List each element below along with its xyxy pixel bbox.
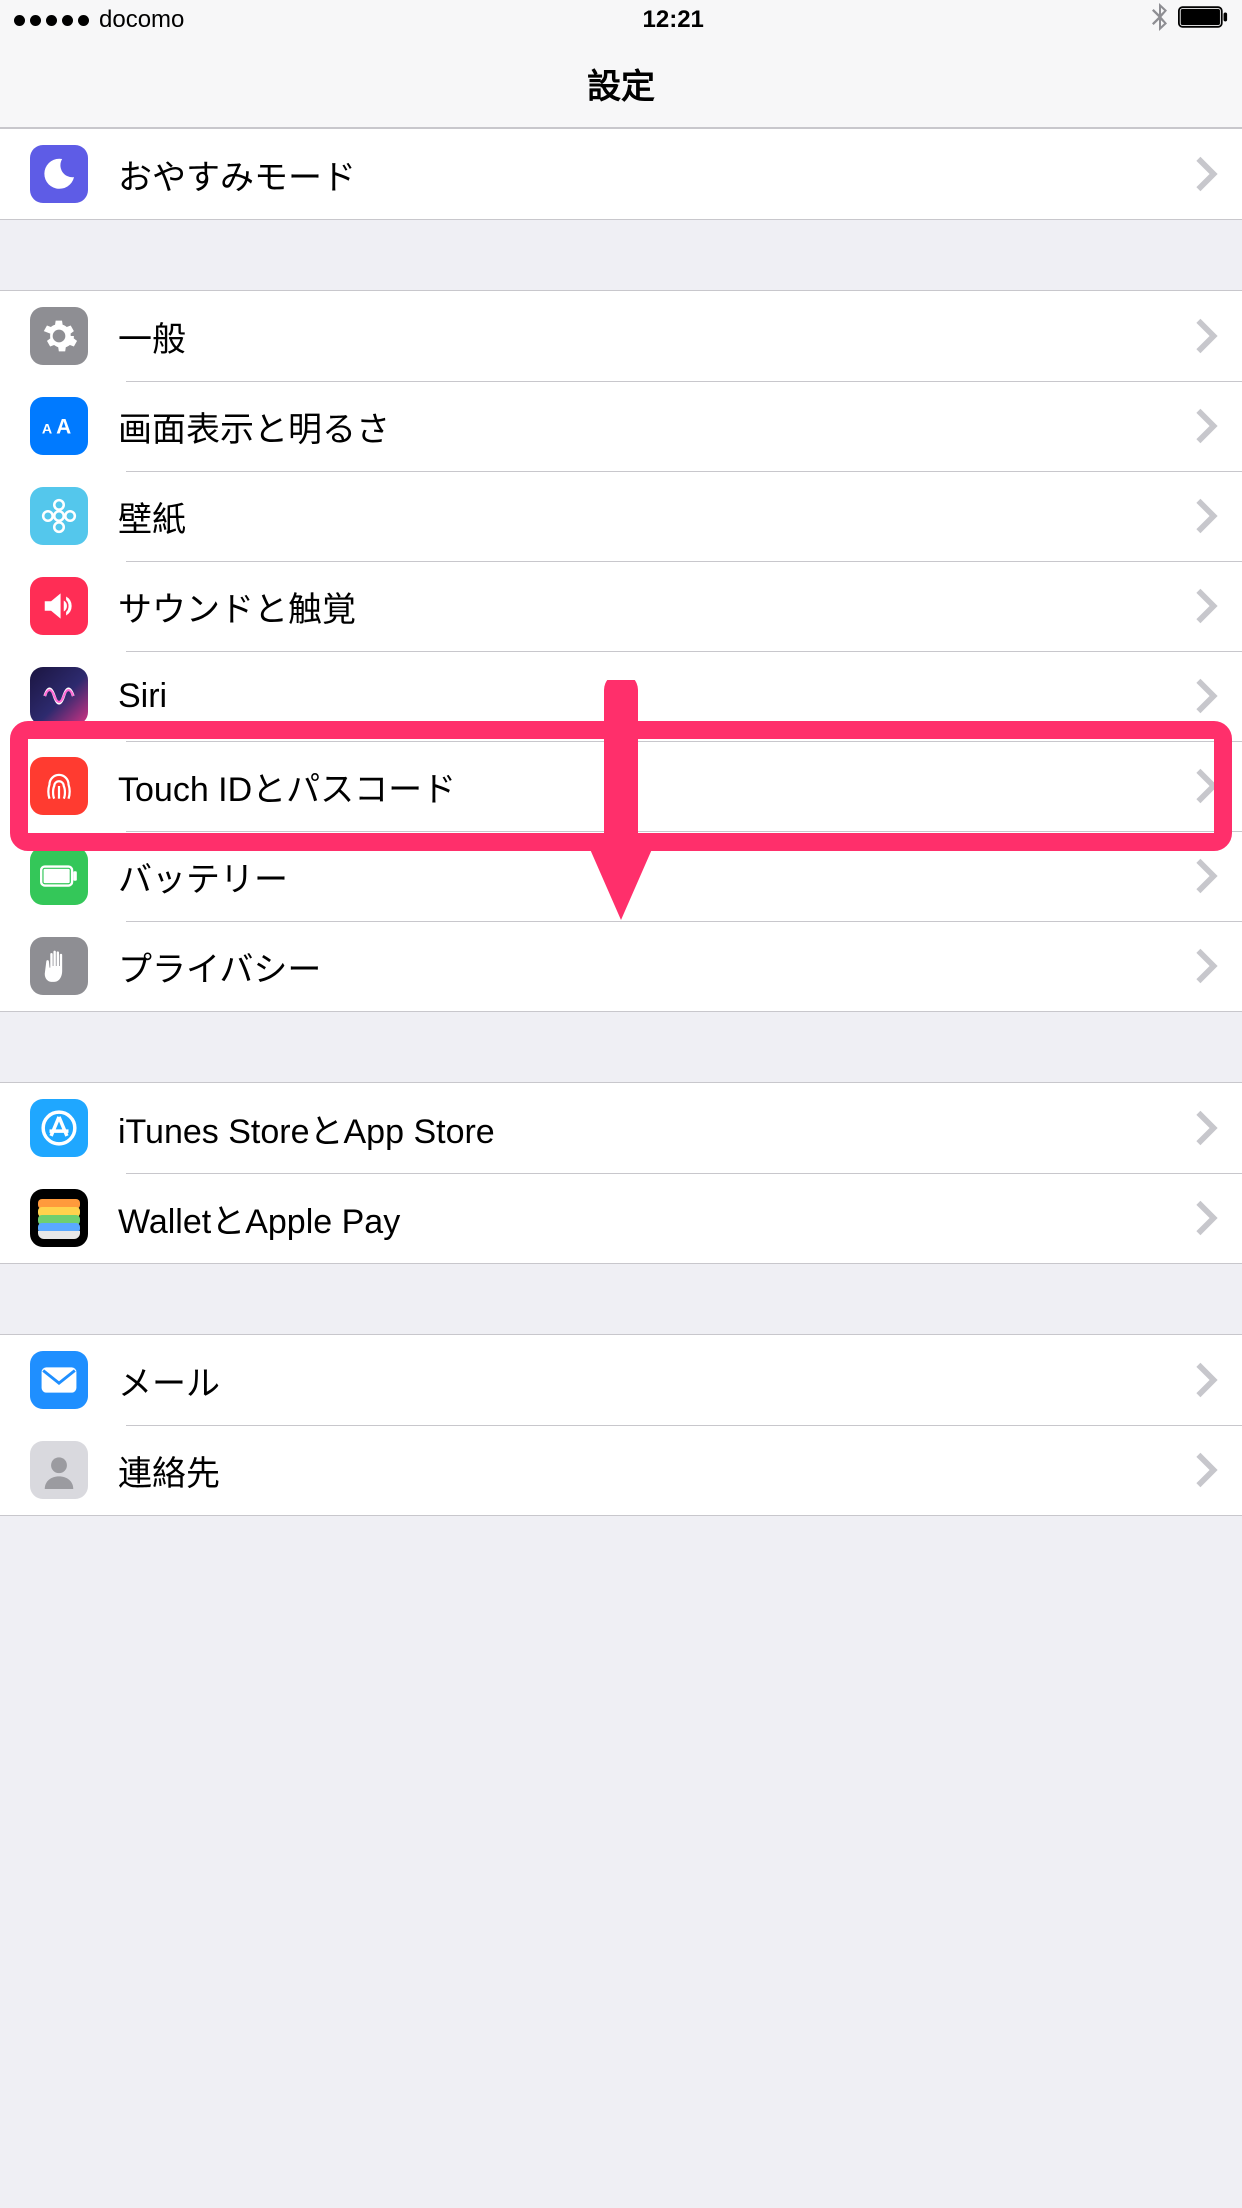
- chevron-right-icon: [1194, 1451, 1218, 1489]
- chevron-right-icon: [1194, 767, 1218, 805]
- chevron-right-icon: [1194, 317, 1218, 355]
- bluetooth-icon: [1152, 3, 1168, 38]
- navbar: 設定: [0, 40, 1242, 128]
- speaker-icon: [30, 577, 88, 635]
- row-label: 連絡先: [118, 1446, 1194, 1495]
- siri-icon: [30, 667, 88, 725]
- row-label: 壁紙: [118, 492, 1194, 541]
- chevron-right-icon: [1194, 857, 1218, 895]
- hand-icon: [30, 937, 88, 995]
- chevron-right-icon: [1194, 407, 1218, 445]
- page-title: 設定: [587, 59, 655, 108]
- envelope-icon: [30, 1351, 88, 1409]
- row-label: Touch IDとパスコード: [118, 762, 1194, 811]
- text-size-icon: AA: [30, 397, 88, 455]
- chevron-right-icon: [1194, 1361, 1218, 1399]
- row-label: 一般: [118, 312, 1194, 361]
- row-label: WalletとApple Pay: [118, 1194, 1194, 1243]
- signal-strength-icon: [14, 15, 89, 26]
- chevron-right-icon: [1194, 677, 1218, 715]
- chevron-right-icon: [1194, 1199, 1218, 1237]
- wallet-icon: [30, 1189, 88, 1247]
- row-label: 画面表示と明るさ: [118, 402, 1194, 451]
- row-privacy[interactable]: プライバシー: [0, 921, 1242, 1011]
- flower-icon: [30, 487, 88, 545]
- row-label: Siri: [118, 677, 1194, 716]
- row-general[interactable]: 一般: [0, 291, 1242, 381]
- clock-label: 12:21: [643, 6, 704, 34]
- chevron-right-icon: [1194, 497, 1218, 535]
- row-itunes[interactable]: iTunes StoreとApp Store: [0, 1083, 1242, 1173]
- row-label: メール: [118, 1356, 1194, 1405]
- chevron-right-icon: [1194, 155, 1218, 193]
- svg-text:A: A: [56, 416, 71, 439]
- settings-group-0: おやすみモード: [0, 128, 1242, 220]
- contact-silhouette-icon: [30, 1441, 88, 1499]
- row-wallet[interactable]: WalletとApple Pay: [0, 1173, 1242, 1263]
- row-contacts[interactable]: 連絡先: [0, 1425, 1242, 1515]
- row-sound[interactable]: サウンドと触覚: [0, 561, 1242, 651]
- moon-icon: [30, 145, 88, 203]
- status-bar: docomo 12:21: [0, 0, 1242, 40]
- row-label: おやすみモード: [118, 150, 1194, 199]
- svg-text:A: A: [42, 422, 52, 438]
- chevron-right-icon: [1194, 947, 1218, 985]
- chevron-right-icon: [1194, 587, 1218, 625]
- row-mail[interactable]: メール: [0, 1335, 1242, 1425]
- battery-full-icon: [30, 847, 88, 905]
- row-dnd[interactable]: おやすみモード: [0, 129, 1242, 219]
- row-wallpaper[interactable]: 壁紙: [0, 471, 1242, 561]
- row-siri[interactable]: Siri: [0, 651, 1242, 741]
- row-label: プライバシー: [118, 942, 1194, 991]
- appstore-icon: [30, 1099, 88, 1157]
- chevron-right-icon: [1194, 1109, 1218, 1147]
- settings-group-1: 一般 AA 画面表示と明るさ 壁紙 サウンドと触覚 Siri Touch: [0, 290, 1242, 1012]
- row-display[interactable]: AA 画面表示と明るさ: [0, 381, 1242, 471]
- row-touchid[interactable]: Touch IDとパスコード: [0, 741, 1242, 831]
- settings-group-2: iTunes StoreとApp Store WalletとApple Pay: [0, 1082, 1242, 1264]
- row-battery[interactable]: バッテリー: [0, 831, 1242, 921]
- gear-icon: [30, 307, 88, 365]
- row-label: サウンドと触覚: [118, 582, 1194, 631]
- fingerprint-icon: [30, 757, 88, 815]
- battery-icon: [1178, 6, 1228, 35]
- carrier-label: docomo: [99, 6, 184, 34]
- row-label: iTunes StoreとApp Store: [118, 1104, 1194, 1153]
- settings-group-3: メール 連絡先: [0, 1334, 1242, 1516]
- row-label: バッテリー: [118, 852, 1194, 901]
